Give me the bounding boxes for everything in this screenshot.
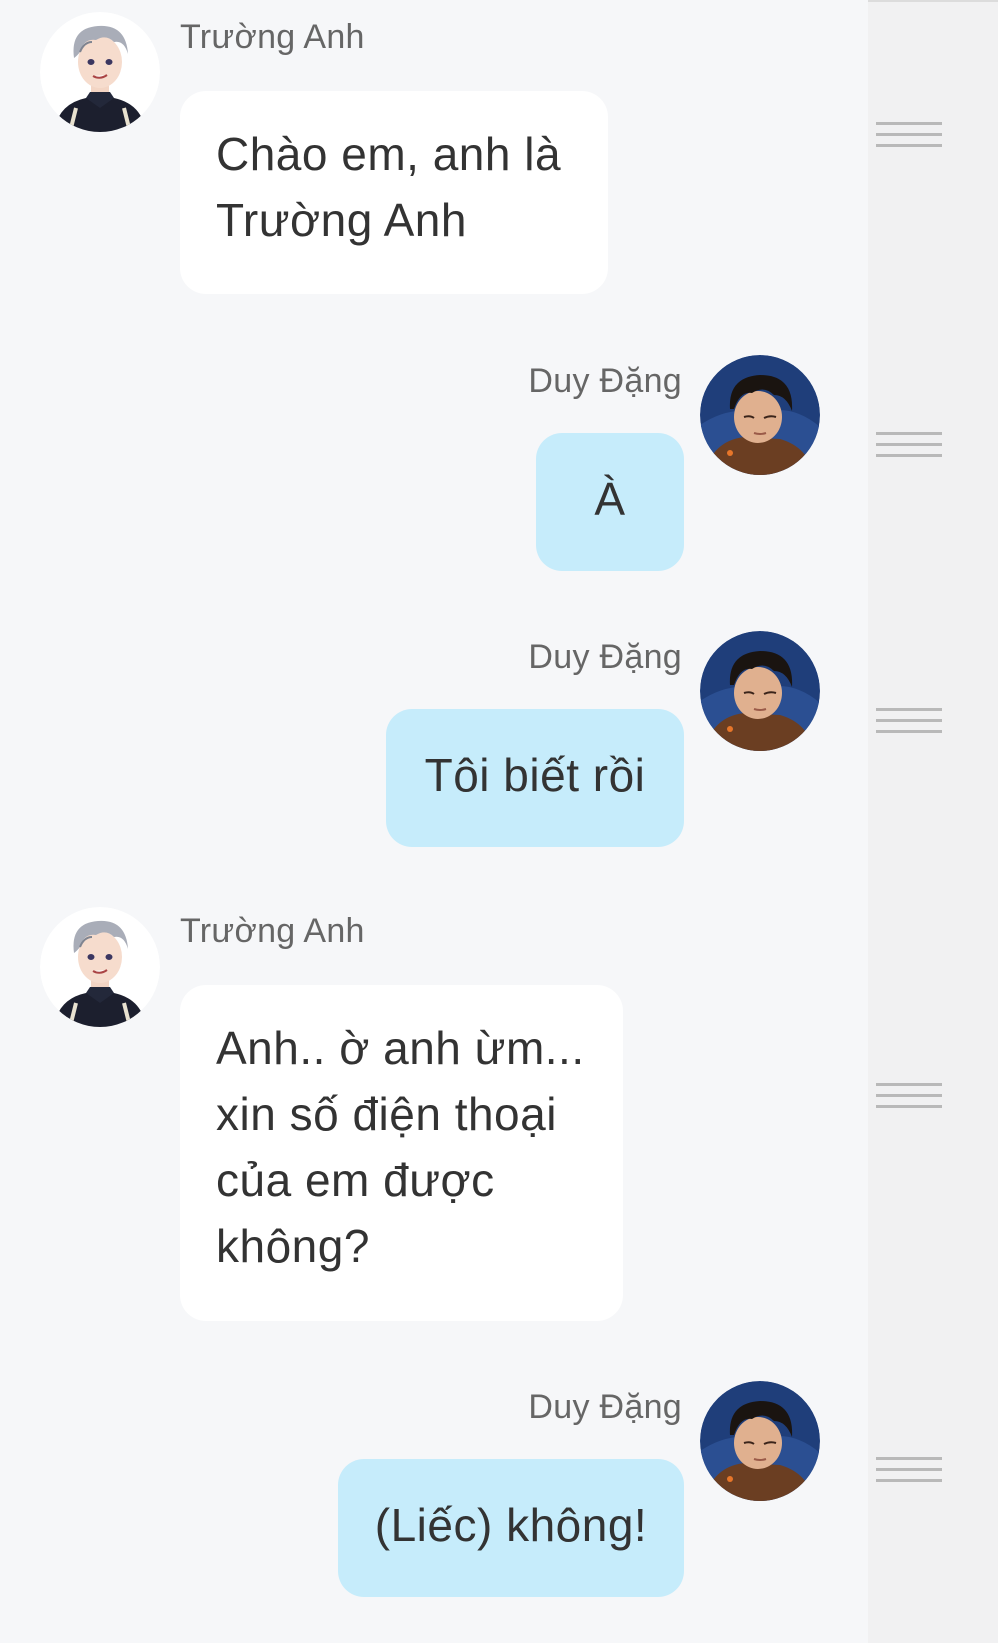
message-action-gutter: [868, 2, 998, 1643]
drag-handle-icon[interactable]: [876, 1083, 942, 1119]
message-bubble[interactable]: À: [536, 433, 684, 571]
silver-hair-character-avatar-icon: [40, 12, 160, 132]
avatar[interactable]: [700, 1381, 820, 1501]
dark-hair-character-avatar-icon: [700, 355, 820, 475]
sender-name: Duy Đặng: [528, 638, 682, 676]
drag-handle-icon[interactable]: [876, 122, 942, 158]
chat-thread[interactable]: Trường Anh Chào em, anh là Trường Anh Du…: [0, 0, 868, 1643]
drag-handle-icon[interactable]: [876, 1457, 942, 1493]
message-bubble[interactable]: Anh.. ờ anh ừm... xin số điện thoại của …: [180, 985, 623, 1321]
silver-hair-character-avatar-icon: [40, 907, 160, 1027]
avatar[interactable]: [700, 355, 820, 475]
sender-name: Duy Đặng: [528, 362, 682, 400]
avatar[interactable]: [40, 12, 160, 132]
message-bubble[interactable]: Tôi biết rồi: [386, 709, 684, 847]
sender-name: Duy Đặng: [528, 1388, 682, 1426]
drag-handle-icon[interactable]: [876, 432, 942, 468]
drag-handle-icon[interactable]: [876, 708, 942, 744]
avatar[interactable]: [40, 907, 160, 1027]
message-bubble[interactable]: Chào em, anh là Trường Anh: [180, 91, 608, 294]
avatar[interactable]: [700, 631, 820, 751]
sender-name: Trường Anh: [180, 912, 365, 950]
dark-hair-character-avatar-icon: [700, 1381, 820, 1501]
sender-name: Trường Anh: [180, 18, 365, 56]
message-bubble[interactable]: (Liếc) không!: [338, 1459, 684, 1597]
dark-hair-character-avatar-icon: [700, 631, 820, 751]
